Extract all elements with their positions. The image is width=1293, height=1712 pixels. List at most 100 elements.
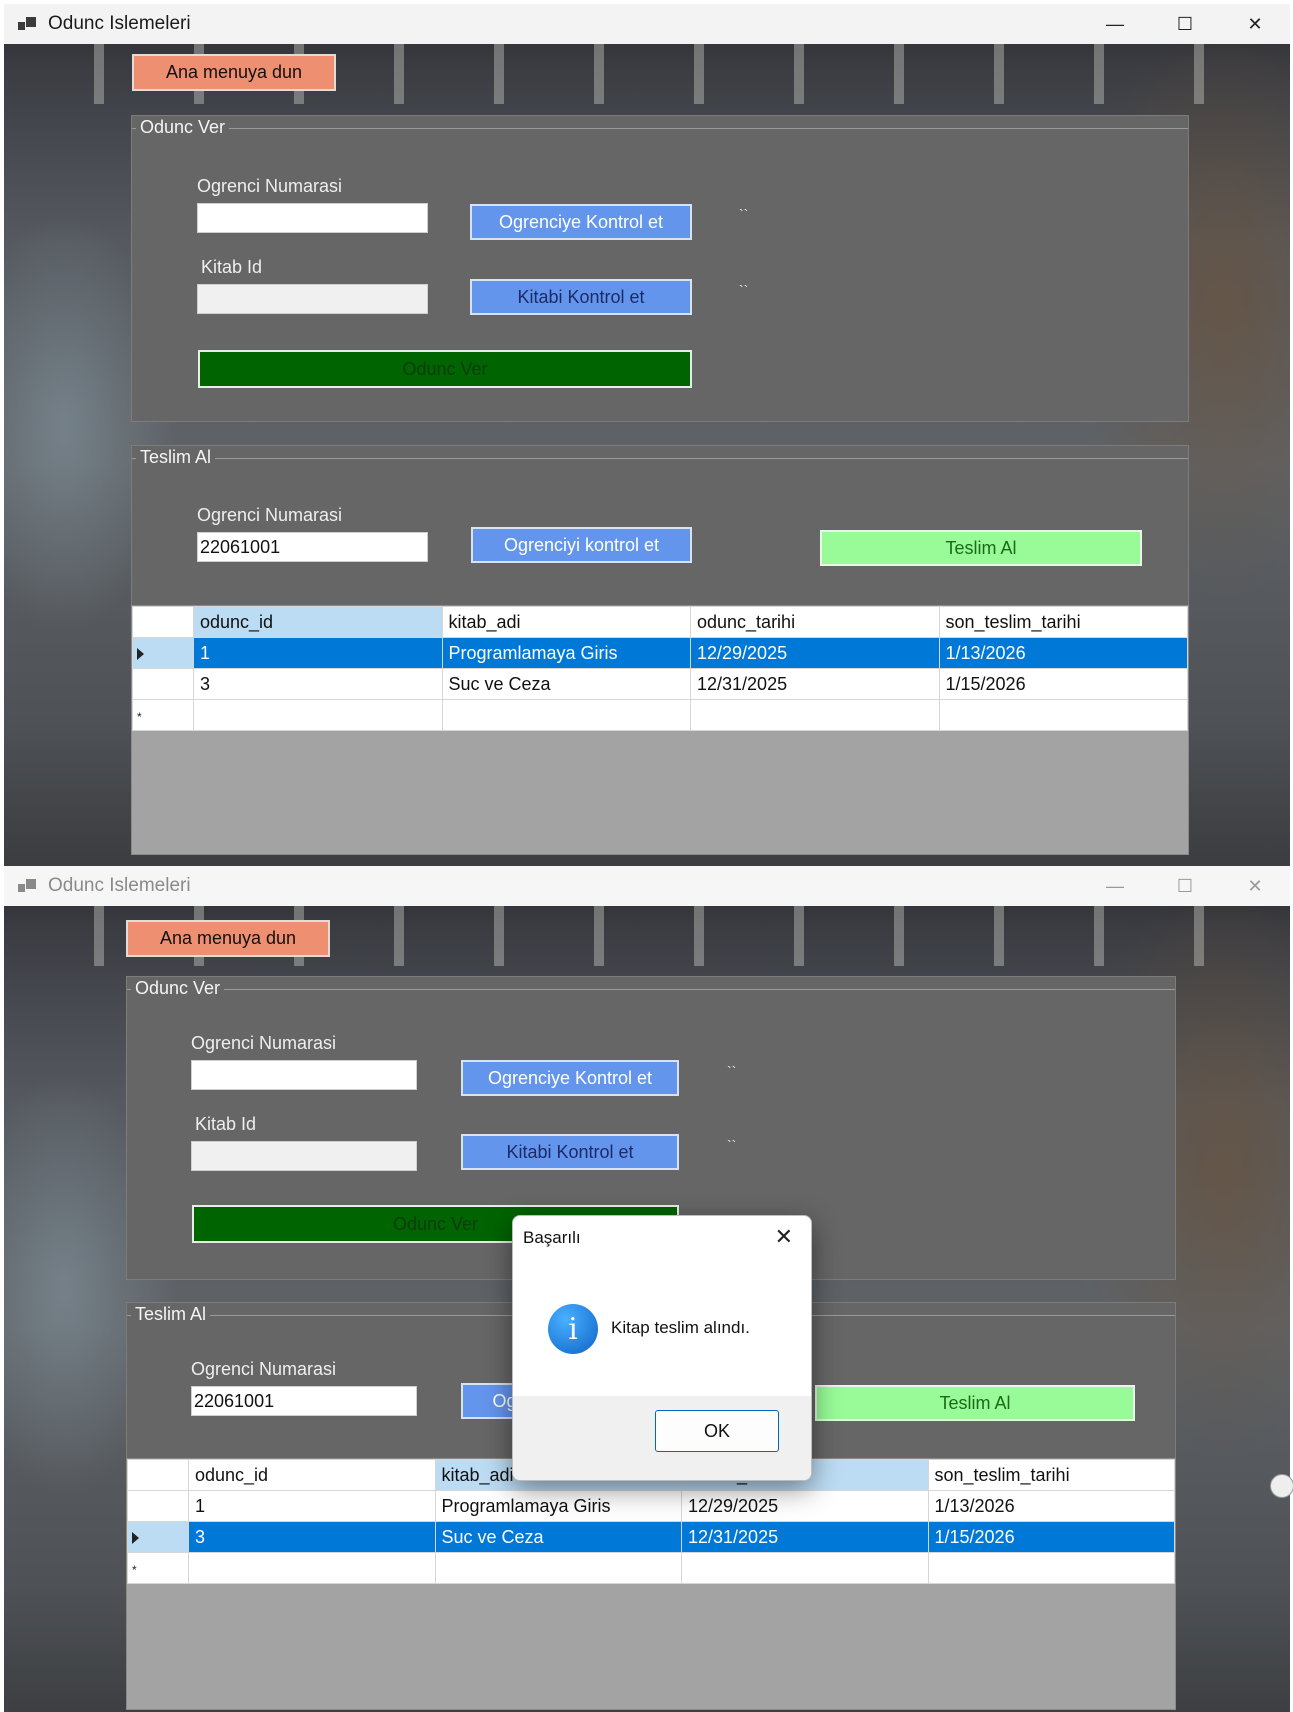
app-icon — [18, 17, 36, 31]
column-header-son-teslim-tarihi[interactable]: son_teslim_tarihi — [927, 1459, 1175, 1491]
cell-kitab-adi[interactable]: Programlamaya Giris — [434, 1490, 682, 1522]
column-header-son-teslim-tarihi[interactable]: son_teslim_tarihi — [938, 606, 1188, 638]
cell-son-teslim-tarihi[interactable]: 1/15/2026 — [938, 668, 1188, 700]
close-button[interactable]: ✕ — [1220, 4, 1290, 44]
row-header-current[interactable] — [132, 637, 194, 669]
title-bar[interactable]: Odunc Islemeleri — ☐ ✕ — [4, 4, 1290, 44]
table-row[interactable]: 3 Suc ve Ceza 12/31/2025 1/15/2026 — [127, 1521, 1175, 1553]
cell-empty[interactable] — [681, 1552, 929, 1584]
student-status-text: `` — [739, 206, 749, 222]
column-header-odunc-id[interactable]: odunc_id — [193, 606, 443, 638]
cell-empty[interactable] — [690, 699, 940, 731]
row-header-current[interactable] — [127, 1521, 189, 1553]
kitab-id-input[interactable] — [197, 284, 428, 314]
kitab-label: Kitab Id — [201, 257, 263, 277]
window-title: Odunc Islemeleri — [48, 13, 191, 34]
ok-button[interactable]: OK — [655, 1410, 779, 1452]
return-button[interactable]: Teslim Al — [820, 530, 1142, 566]
cell-odunc-id[interactable]: 1 — [188, 1490, 436, 1522]
loans-grid[interactable]: odunc_id kitab_adi odunc_tarihi son_tesl… — [126, 1458, 1176, 1710]
cell-empty[interactable] — [938, 699, 1188, 731]
new-row-star-icon: * — [132, 1562, 137, 1577]
teslim-al-legend: Teslim Al — [131, 1304, 211, 1325]
cell-empty[interactable] — [441, 699, 691, 731]
cell-kitab-adi[interactable]: Suc ve Ceza — [441, 668, 691, 700]
table-row[interactable]: 1 Programlamaya Giris 12/29/2025 1/13/20… — [127, 1490, 1175, 1522]
cell-kitab-adi[interactable]: Programlamaya Giris — [441, 637, 691, 669]
current-row-arrow-icon — [132, 1531, 139, 1544]
app-icon — [18, 879, 36, 893]
teslim-al-group: Teslim Al Ogrenci Numarasi Ogrenciyi kon… — [131, 445, 1189, 607]
row-header[interactable] — [132, 668, 194, 700]
cell-empty[interactable] — [434, 1552, 682, 1584]
teslim-check-student-button[interactable]: Ogrenciyi kontrol et — [471, 527, 692, 563]
student-status-text: `` — [727, 1063, 737, 1079]
new-row-star-icon: * — [137, 709, 142, 724]
ogrenci-number-input[interactable] — [197, 203, 428, 233]
title-bar[interactable]: Odunc Islemeleri — ☐ ✕ — [4, 866, 1290, 906]
odunc-ver-legend: Odunc Ver — [136, 117, 230, 138]
cell-empty[interactable] — [188, 1552, 436, 1584]
column-header-kitab-adi[interactable]: kitab_adi — [441, 606, 691, 638]
grid-header-row: odunc_id kitab_adi odunc_tarihi son_tesl… — [132, 606, 1188, 638]
teslim-student-input[interactable] — [197, 532, 428, 562]
table-row[interactable]: 1 Programlamaya Giris 12/29/2025 1/13/20… — [132, 637, 1188, 669]
ogrenci-label: Ogrenci Numarasi — [191, 1033, 337, 1053]
table-row[interactable]: 3 Suc ve Ceza 12/31/2025 1/15/2026 — [132, 668, 1188, 700]
edge-widget-icon[interactable] — [1270, 1474, 1293, 1498]
column-header-odunc-tarihi[interactable]: odunc_tarihi — [690, 606, 940, 638]
info-icon: i — [548, 1304, 598, 1354]
cell-odunc-id[interactable]: 3 — [193, 668, 443, 700]
dialog-footer: OK — [513, 1396, 811, 1480]
cell-odunc-id[interactable]: 3 — [188, 1521, 436, 1553]
cell-son-teslim-tarihi[interactable]: 1/13/2026 — [938, 637, 1188, 669]
odunc-ver-group: Odunc Ver Ogrenci Numarasi Ogrenciye Kon… — [131, 115, 1189, 422]
cell-odunc-tarihi[interactable]: 12/31/2025 — [681, 1521, 929, 1553]
main-menu-button[interactable]: Ana menuya dun — [132, 54, 336, 91]
cell-odunc-tarihi[interactable]: 12/29/2025 — [681, 1490, 929, 1522]
check-student-button[interactable]: Ogrenciye Kontrol et — [470, 204, 692, 240]
cell-odunc-id[interactable]: 1 — [193, 637, 443, 669]
minimize-button[interactable]: — — [1080, 4, 1150, 44]
teslim-al-legend: Teslim Al — [136, 447, 216, 468]
dialog-close-icon[interactable]: ✕ — [775, 1224, 793, 1250]
cell-odunc-tarihi[interactable]: 12/31/2025 — [690, 668, 940, 700]
maximize-button[interactable]: ☐ — [1150, 866, 1220, 906]
dialog-message: Kitap teslim alındı. — [611, 1318, 750, 1337]
row-header[interactable] — [127, 1490, 189, 1522]
ogrenci-label: Ogrenci Numarasi — [197, 176, 343, 196]
check-book-button[interactable]: Kitabi Kontrol et — [470, 279, 692, 315]
teslim-student-input[interactable] — [191, 1386, 417, 1416]
row-header-new[interactable]: * — [132, 699, 194, 731]
cell-son-teslim-tarihi[interactable]: 1/15/2026 — [927, 1521, 1175, 1553]
cell-odunc-tarihi[interactable]: 12/29/2025 — [690, 637, 940, 669]
return-button[interactable]: Teslim Al — [815, 1385, 1135, 1421]
lend-button[interactable]: Odunc Ver — [198, 350, 692, 388]
check-student-button[interactable]: Ogrenciye Kontrol et — [461, 1060, 679, 1096]
kitab-id-input[interactable] — [191, 1141, 417, 1171]
check-book-button[interactable]: Kitabi Kontrol et — [461, 1134, 679, 1170]
cell-son-teslim-tarihi[interactable]: 1/13/2026 — [927, 1490, 1175, 1522]
main-menu-button[interactable]: Ana menuya dun — [126, 920, 330, 957]
success-dialog: Başarılı ✕ i Kitap teslim alındı. OK — [512, 1215, 812, 1481]
teslim-ogrenci-label: Ogrenci Numarasi — [191, 1359, 337, 1379]
row-header-new[interactable]: * — [127, 1552, 189, 1584]
cell-kitab-adi[interactable]: Suc ve Ceza — [434, 1521, 682, 1553]
ogrenci-number-input[interactable] — [191, 1060, 417, 1090]
window-before: Odunc Islemeleri — ☐ ✕ Ana menuya dun Od… — [4, 4, 1290, 870]
column-header-odunc-id[interactable]: odunc_id — [188, 1459, 436, 1491]
loans-grid[interactable]: odunc_id kitab_adi odunc_tarihi son_tesl… — [131, 605, 1189, 855]
book-status-text: `` — [727, 1137, 737, 1153]
minimize-button[interactable]: — — [1080, 866, 1150, 906]
cell-empty[interactable] — [193, 699, 443, 731]
close-button[interactable]: ✕ — [1220, 866, 1290, 906]
book-status-text: `` — [739, 282, 749, 298]
maximize-button[interactable]: ☐ — [1150, 4, 1220, 44]
row-header-corner — [132, 606, 194, 638]
window-title: Odunc Islemeleri — [48, 875, 191, 896]
new-row[interactable]: * — [132, 699, 1188, 731]
new-row[interactable]: * — [127, 1552, 1175, 1584]
teslim-ogrenci-label: Ogrenci Numarasi — [197, 505, 343, 525]
cell-empty[interactable] — [927, 1552, 1175, 1584]
row-header-corner — [127, 1459, 189, 1491]
